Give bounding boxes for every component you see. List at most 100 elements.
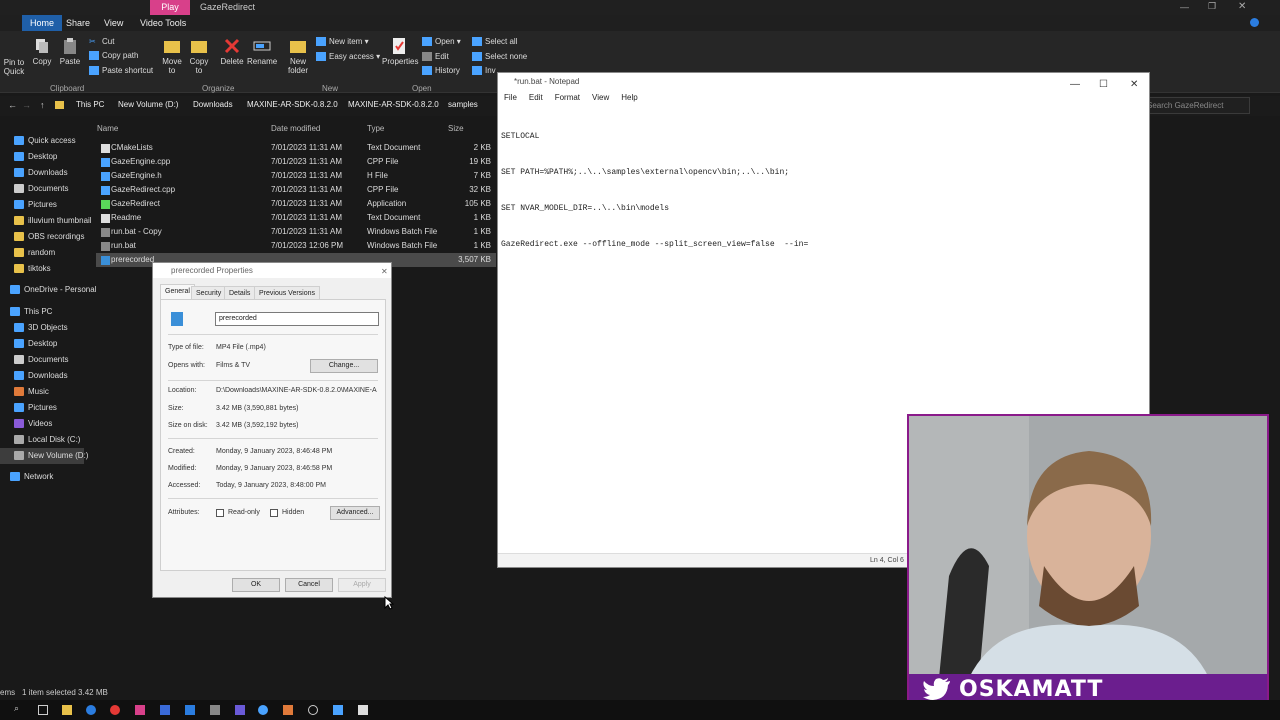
file-row[interactable]: Readme 7/01/2023 11:31 AM Text Document 1 K… <box>96 211 496 225</box>
file-row[interactable]: GazeEngine.cpp 7/01/2023 11:31 AM CPP File… <box>96 155 496 169</box>
sidebar-item[interactable]: OneDrive - Personal <box>0 282 96 298</box>
sidebar-item[interactable]: random <box>0 245 84 261</box>
sidebar-item[interactable]: Documents <box>0 352 84 368</box>
app-icon[interactable] <box>135 705 145 715</box>
column-header-size[interactable]: Size <box>448 124 464 133</box>
history-button[interactable]: History <box>422 66 460 76</box>
ok-button[interactable]: OK <box>232 578 280 592</box>
tab-details[interactable]: Details <box>224 286 256 299</box>
file-explorer-icon[interactable] <box>62 705 72 715</box>
delete-button[interactable]: Delete <box>219 37 245 66</box>
notepad-minimize-icon[interactable]: — <box>1070 76 1080 94</box>
search-input[interactable]: Search GazeRedirect <box>1142 97 1250 114</box>
app-icon[interactable] <box>283 705 293 715</box>
breadcrumb-samples[interactable]: samples <box>448 100 478 109</box>
new-item-button[interactable]: New item ▾ <box>316 37 369 47</box>
sidebar-item[interactable]: Quick access <box>0 133 84 149</box>
tab-home[interactable]: Home <box>22 15 63 31</box>
pin-quick-access-button[interactable]: Pin to Quick access <box>0 58 28 78</box>
sidebar-item[interactable]: Local Disk (C:) <box>0 432 84 448</box>
sidebar-item[interactable]: Pictures <box>0 197 84 213</box>
menu-view[interactable]: View <box>592 91 609 105</box>
change-button[interactable]: Change... <box>310 359 378 373</box>
apply-button[interactable]: Apply <box>338 578 386 592</box>
app-icon[interactable] <box>258 705 268 715</box>
menu-file[interactable]: File <box>504 91 517 105</box>
edit-button[interactable]: Edit <box>422 52 449 62</box>
rename-button[interactable]: Rename <box>247 37 277 66</box>
copy-button[interactable]: Copy <box>30 37 54 66</box>
notepad-close-icon[interactable]: ✕ <box>1130 76 1138 94</box>
select-all-button[interactable]: Select all <box>472 37 517 47</box>
sidebar-item[interactable]: This PC <box>0 304 84 320</box>
tab-general[interactable]: General <box>160 284 195 299</box>
notepad-text-area[interactable]: SETLOCAL SET PATH=%PATH%;..\..\samples\e… <box>501 107 1141 275</box>
notepad-maximize-icon[interactable]: ☐ <box>1099 76 1108 94</box>
file-row[interactable]: run.bat - Copy 7/01/2023 11:31 AM Windows … <box>96 225 496 239</box>
column-header-date[interactable]: Date modified <box>271 124 320 133</box>
copy-to-button[interactable]: Copy to <box>187 37 211 75</box>
breadcrumb-downloads[interactable]: Downloads <box>193 100 233 109</box>
minimize-icon[interactable]: — <box>1180 2 1189 12</box>
breadcrumb-maxine-1[interactable]: MAXINE-AR-SDK-0.8.2.0 <box>247 100 338 109</box>
tab-previous-versions[interactable]: Previous Versions <box>254 286 321 299</box>
sidebar-item[interactable]: Documents <box>0 181 84 197</box>
app-icon[interactable] <box>210 705 220 715</box>
tab-security[interactable]: Security <box>191 286 227 299</box>
file-row[interactable]: GazeRedirect 7/01/2023 11:31 AM Applicatio… <box>96 197 496 211</box>
menu-edit[interactable]: Edit <box>529 91 543 105</box>
back-icon[interactable]: ← <box>8 100 17 110</box>
sidebar-item[interactable]: Pictures <box>0 400 84 416</box>
sidebar-item[interactable]: OBS recordings <box>0 229 84 245</box>
edge-icon[interactable] <box>86 705 96 715</box>
task-view-icon[interactable] <box>38 705 48 715</box>
chrome-icon[interactable] <box>110 705 120 715</box>
dialog-close-icon[interactable]: ✕ <box>381 264 388 279</box>
cancel-button[interactable]: Cancel <box>285 578 333 592</box>
help-icon[interactable] <box>1250 18 1259 27</box>
select-none-button[interactable]: Select none <box>472 52 527 62</box>
app-icon[interactable] <box>235 705 245 715</box>
tab-view[interactable]: View <box>104 15 123 31</box>
file-row[interactable]: GazeEngine.h 7/01/2023 11:31 AM H File 7 KB <box>96 169 496 183</box>
search-icon[interactable]: ⌕ <box>14 703 24 713</box>
properties-button[interactable]: Properties <box>382 37 418 66</box>
obs-icon[interactable] <box>308 705 318 715</box>
invert-selection-button[interactable]: Invert selection <box>472 66 496 76</box>
file-row[interactable]: run.bat 7/01/2023 12:06 PM Windows Batch F… <box>96 239 496 253</box>
up-icon[interactable]: ↑ <box>40 100 45 110</box>
column-header-type[interactable]: Type <box>367 124 384 133</box>
photoshop-icon[interactable] <box>185 705 195 715</box>
play-context-tab[interactable]: Play <box>150 0 190 15</box>
premiere-icon[interactable] <box>160 705 170 715</box>
sidebar-item[interactable]: Downloads <box>0 368 84 384</box>
new-folder-button[interactable]: New folder <box>285 37 311 75</box>
breadcrumb-new-volume[interactable]: New Volume (D:) <box>118 100 178 109</box>
sidebar-item[interactable]: Videos <box>0 416 84 432</box>
menu-format[interactable]: Format <box>555 91 580 105</box>
maximize-icon[interactable]: ❐ <box>1208 1 1216 12</box>
forward-icon[interactable]: → <box>22 100 31 110</box>
notepad-taskbar-icon[interactable] <box>358 705 368 715</box>
sidebar-item[interactable]: 3D Objects <box>0 320 84 336</box>
sidebar-item[interactable]: New Volume (D:) <box>0 448 88 464</box>
file-row[interactable]: GazeRedirect.cpp 7/01/2023 11:31 AM CPP Fi… <box>96 183 496 197</box>
tab-video-tools[interactable]: Video Tools <box>140 15 186 31</box>
hidden-checkbox[interactable] <box>270 509 278 517</box>
tab-share[interactable]: Share <box>66 15 90 31</box>
file-row[interactable]: CMakeLists 7/01/2023 11:31 AM Text Documen… <box>96 141 496 155</box>
sidebar-item[interactable]: illuvium thumbnail <box>0 213 92 229</box>
breadcrumb-maxine-2[interactable]: MAXINE-AR-SDK-0.8.2.0 <box>348 100 439 109</box>
column-header-name[interactable]: Name <box>97 124 118 133</box>
sidebar-item[interactable]: tiktoks <box>0 261 84 277</box>
sidebar-item[interactable]: Desktop <box>0 149 84 165</box>
menu-help[interactable]: Help <box>621 91 637 105</box>
move-to-button[interactable]: Move to <box>160 37 184 75</box>
sidebar-item[interactable]: Network <box>0 469 84 485</box>
advanced-button[interactable]: Advanced... <box>330 506 380 520</box>
filename-input[interactable]: prerecorded <box>215 312 379 326</box>
open-button[interactable]: Open ▾ <box>422 37 461 47</box>
paste-button[interactable]: Paste <box>57 37 83 66</box>
sidebar-item[interactable]: Downloads <box>0 165 84 181</box>
close-icon[interactable]: ✕ <box>1238 1 1246 12</box>
